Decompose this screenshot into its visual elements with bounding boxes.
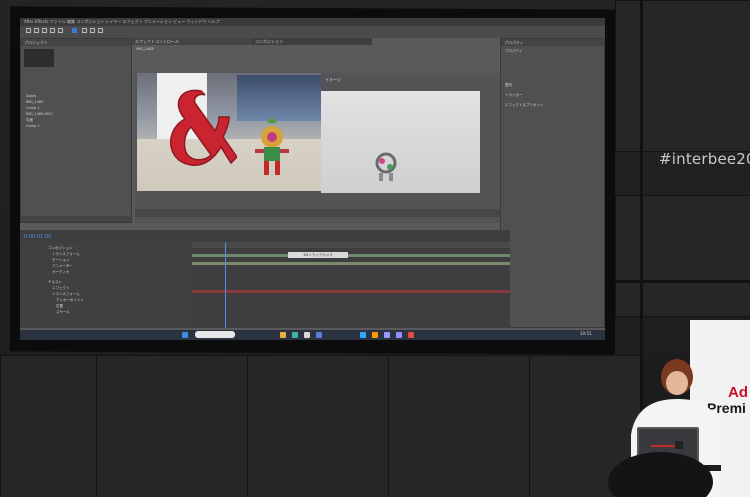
layer-bar-green [192, 254, 510, 257]
mail-icon [316, 332, 322, 338]
project-panel: プロジェクト Solids IMG_1485 Comp 1 IMG_1485.M… [20, 38, 132, 223]
comp-tab-chip: IMG_1485 [134, 46, 156, 52]
selection-tool-icon [34, 28, 39, 33]
timeline-layer: トランスフォーム [52, 252, 80, 256]
ampersand-sculpture [169, 89, 237, 166]
text-tool-icon [90, 28, 95, 33]
source-footage-frame [137, 73, 321, 191]
composition-viewer: イメージ [135, 73, 500, 223]
illustrator-icon [372, 332, 378, 338]
timeline-layer: エフェクト [52, 286, 70, 290]
composition-tab: コンポジション [252, 38, 372, 45]
timeline-layer: モーション [52, 258, 70, 262]
timeline-layer: スケール [56, 310, 70, 314]
acrobat-icon [408, 332, 414, 338]
wall-seam [615, 280, 750, 283]
wall-panel [388, 355, 530, 497]
wall-panel [615, 195, 750, 317]
project-row: IMG_1485.MOV [26, 112, 53, 116]
photoshop-icon [360, 332, 366, 338]
wall-panel [247, 355, 389, 497]
project-row: IMG_1485 [26, 100, 44, 104]
after-effects-icon [396, 332, 402, 338]
playhead [225, 242, 226, 328]
time-ruler [192, 242, 510, 248]
project-row: 平面 [26, 118, 33, 122]
project-row: Comp 1 [26, 124, 40, 128]
project-footer [21, 216, 131, 222]
right-panel-item: プロパティ [505, 49, 523, 53]
timeline-layer: テキスト [48, 280, 62, 284]
project-row: Solids [26, 94, 37, 98]
timeline-layer: トランスフォーム [52, 292, 80, 296]
windows-taskbar [20, 330, 605, 340]
properties-panel-title: プロパティ [501, 39, 604, 46]
layer-list [20, 242, 192, 328]
camera-tool-icon [72, 28, 77, 33]
timeline-layer: オーディオ [52, 270, 70, 274]
wall-panel [615, 0, 750, 152]
robot-figure [255, 117, 289, 175]
window-backdrop [237, 75, 321, 121]
timeline-layer: 位置 [56, 304, 63, 308]
hand-tool-icon [42, 28, 47, 33]
viewer-controls [135, 209, 500, 217]
layer-bar-olive [192, 262, 510, 265]
chrome-icon [304, 332, 310, 338]
event-photo: After Effects ファイル 編集 コンポジション レイヤー エフェクト… [0, 0, 750, 497]
properties-panel: プロパティ プロパティ 整列 トラッカー エフェクト＆プリセット [500, 38, 605, 328]
tracked-object [375, 152, 397, 181]
search-box [195, 331, 235, 338]
banner-line-adobe: Ad [728, 384, 748, 401]
projected-after-effects-window: After Effects ファイル 編集 コンポジション レイヤー エフェクト… [20, 18, 605, 340]
timeline-layer: コンポジション [48, 246, 73, 250]
composition-preview [321, 91, 480, 193]
right-panel-item: 整列 [505, 83, 512, 87]
event-hashtag: #interbee202 [659, 150, 750, 168]
brush-tool-icon [98, 28, 103, 33]
rotate-tool-icon [58, 28, 63, 33]
effects-panel-head: エフェクトコントロール [132, 38, 252, 45]
pen-tool-icon [82, 28, 87, 33]
timeline-layer: アニメーター [52, 264, 73, 268]
explorer-icon [280, 332, 286, 338]
project-row: Comp 1 [26, 106, 40, 110]
premiere-icon [384, 332, 390, 338]
project-thumbnail [24, 49, 54, 67]
layer-bar-label: 3Dトラックカメラ [288, 252, 348, 258]
project-panel-title: プロジェクト [21, 39, 131, 46]
viewer-label: イメージ [325, 77, 341, 82]
right-panel-item: エフェクト＆プリセット [505, 103, 544, 107]
right-panel-item: トラッカー [505, 93, 523, 97]
zoom-tool-icon [50, 28, 55, 33]
taskbar-clock: 10:51 [580, 331, 592, 336]
wall-panel [0, 355, 97, 497]
home-icon [26, 28, 31, 33]
start-icon [182, 332, 188, 338]
layer-bar-red [192, 290, 510, 293]
tool-bar [20, 26, 605, 38]
timecode: 0:00:01:00 [24, 234, 52, 240]
wall-panel [96, 355, 248, 497]
edge-icon [292, 332, 298, 338]
app-menu-bar: After Effects ファイル 編集 コンポジション レイヤー エフェクト… [20, 18, 605, 26]
timeline-panel: 0:00:01:00 コンポジション トランスフォーム モーション アニメーター… [20, 230, 510, 328]
timeline-layer: アンカーポイント [56, 298, 84, 302]
